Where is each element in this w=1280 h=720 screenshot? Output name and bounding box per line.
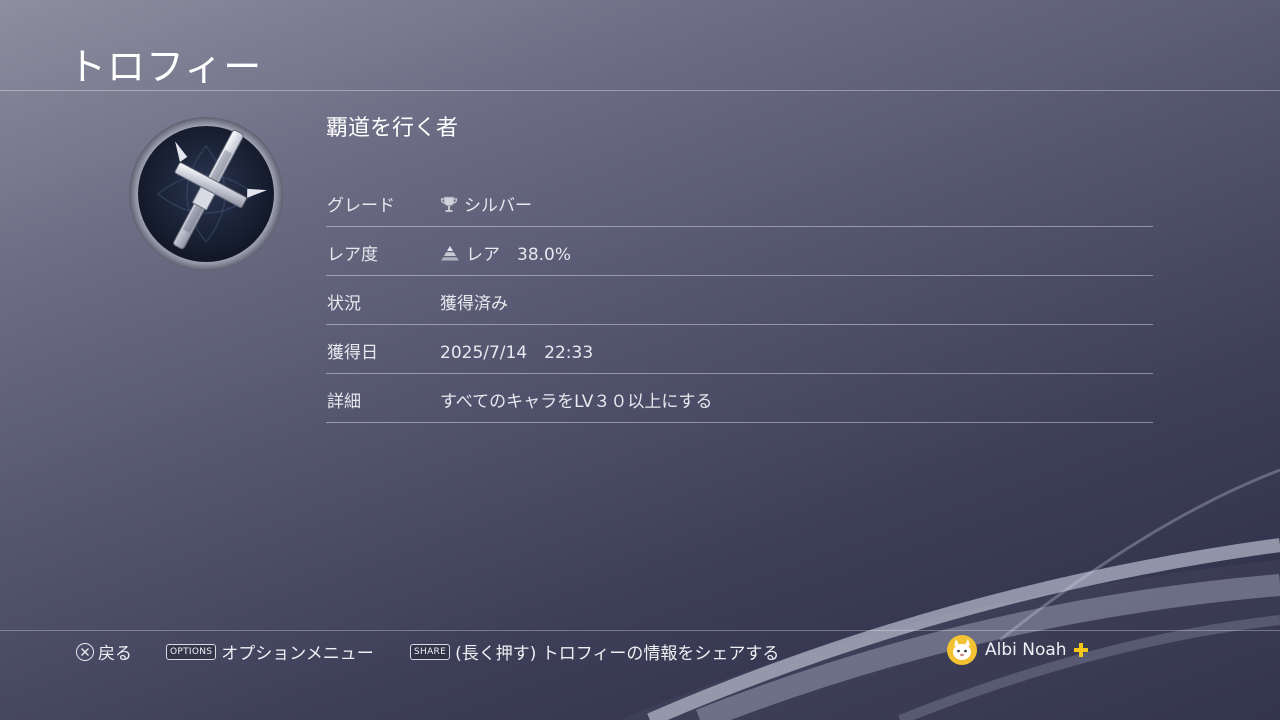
- status-label: 状況: [327, 294, 361, 314]
- footer-bar: 戻る OPTIONS オプションメニュー SHARE (長く押す) トロフィーの…: [0, 630, 1280, 720]
- cross-button-icon: [76, 642, 94, 661]
- rarity-text: レア 38.0%: [466, 245, 572, 265]
- info-row-rarity: レア度 レア 38.0%: [326, 227, 1153, 276]
- trophy-name: 覇道を行く者: [326, 116, 459, 141]
- rarity-pyramid-icon: [441, 245, 459, 260]
- options-menu-button[interactable]: OPTIONS オプションメニュー: [166, 639, 374, 664]
- user-name: Albi Noah: [985, 640, 1067, 660]
- info-row-date: 獲得日 2025/7/14 22:33: [326, 325, 1153, 374]
- detail-value: すべてのキャラをLV３０以上にする: [440, 392, 713, 412]
- header-bar: トロフィー: [0, 0, 1280, 91]
- avatar: [947, 635, 977, 665]
- trophy-cup-icon: [440, 196, 458, 212]
- options-key-icon: OPTIONS: [166, 643, 217, 660]
- detail-label: 詳細: [327, 392, 361, 412]
- info-row-grade: グレード シルバー: [326, 178, 1153, 227]
- grade-text: シルバー: [464, 196, 532, 216]
- date-value: 2025/7/14 22:33: [440, 343, 594, 363]
- share-label: (長く押す) トロフィーの情報をシェアする: [455, 644, 780, 664]
- share-key-icon: SHARE: [410, 643, 451, 660]
- trophy-info-table: グレード シルバー レア度 レア 38.0% 状況 獲得済み 獲得日 2025/…: [326, 178, 1153, 423]
- rarity-value: レア 38.0%: [440, 240, 571, 265]
- back-button[interactable]: 戻る: [76, 639, 132, 664]
- user-profile[interactable]: Albi Noah: [947, 635, 1089, 665]
- info-row-status: 状況 獲得済み: [326, 276, 1153, 325]
- options-label: オプションメニュー: [221, 644, 374, 664]
- grade-value: シルバー: [440, 191, 532, 216]
- grade-label: グレード: [327, 196, 395, 216]
- date-label: 獲得日: [327, 343, 378, 363]
- share-button[interactable]: SHARE (長く押す) トロフィーの情報をシェアする: [410, 639, 779, 664]
- ps-plus-icon: [1073, 642, 1089, 658]
- status-value: 獲得済み: [440, 294, 508, 314]
- info-row-detail: 詳細 すべてのキャラをLV３０以上にする: [326, 374, 1153, 423]
- back-label: 戻る: [98, 644, 132, 664]
- rarity-label: レア度: [327, 245, 378, 265]
- silver-sword-trophy-icon: [128, 116, 284, 272]
- page-title: トロフィー: [68, 45, 263, 89]
